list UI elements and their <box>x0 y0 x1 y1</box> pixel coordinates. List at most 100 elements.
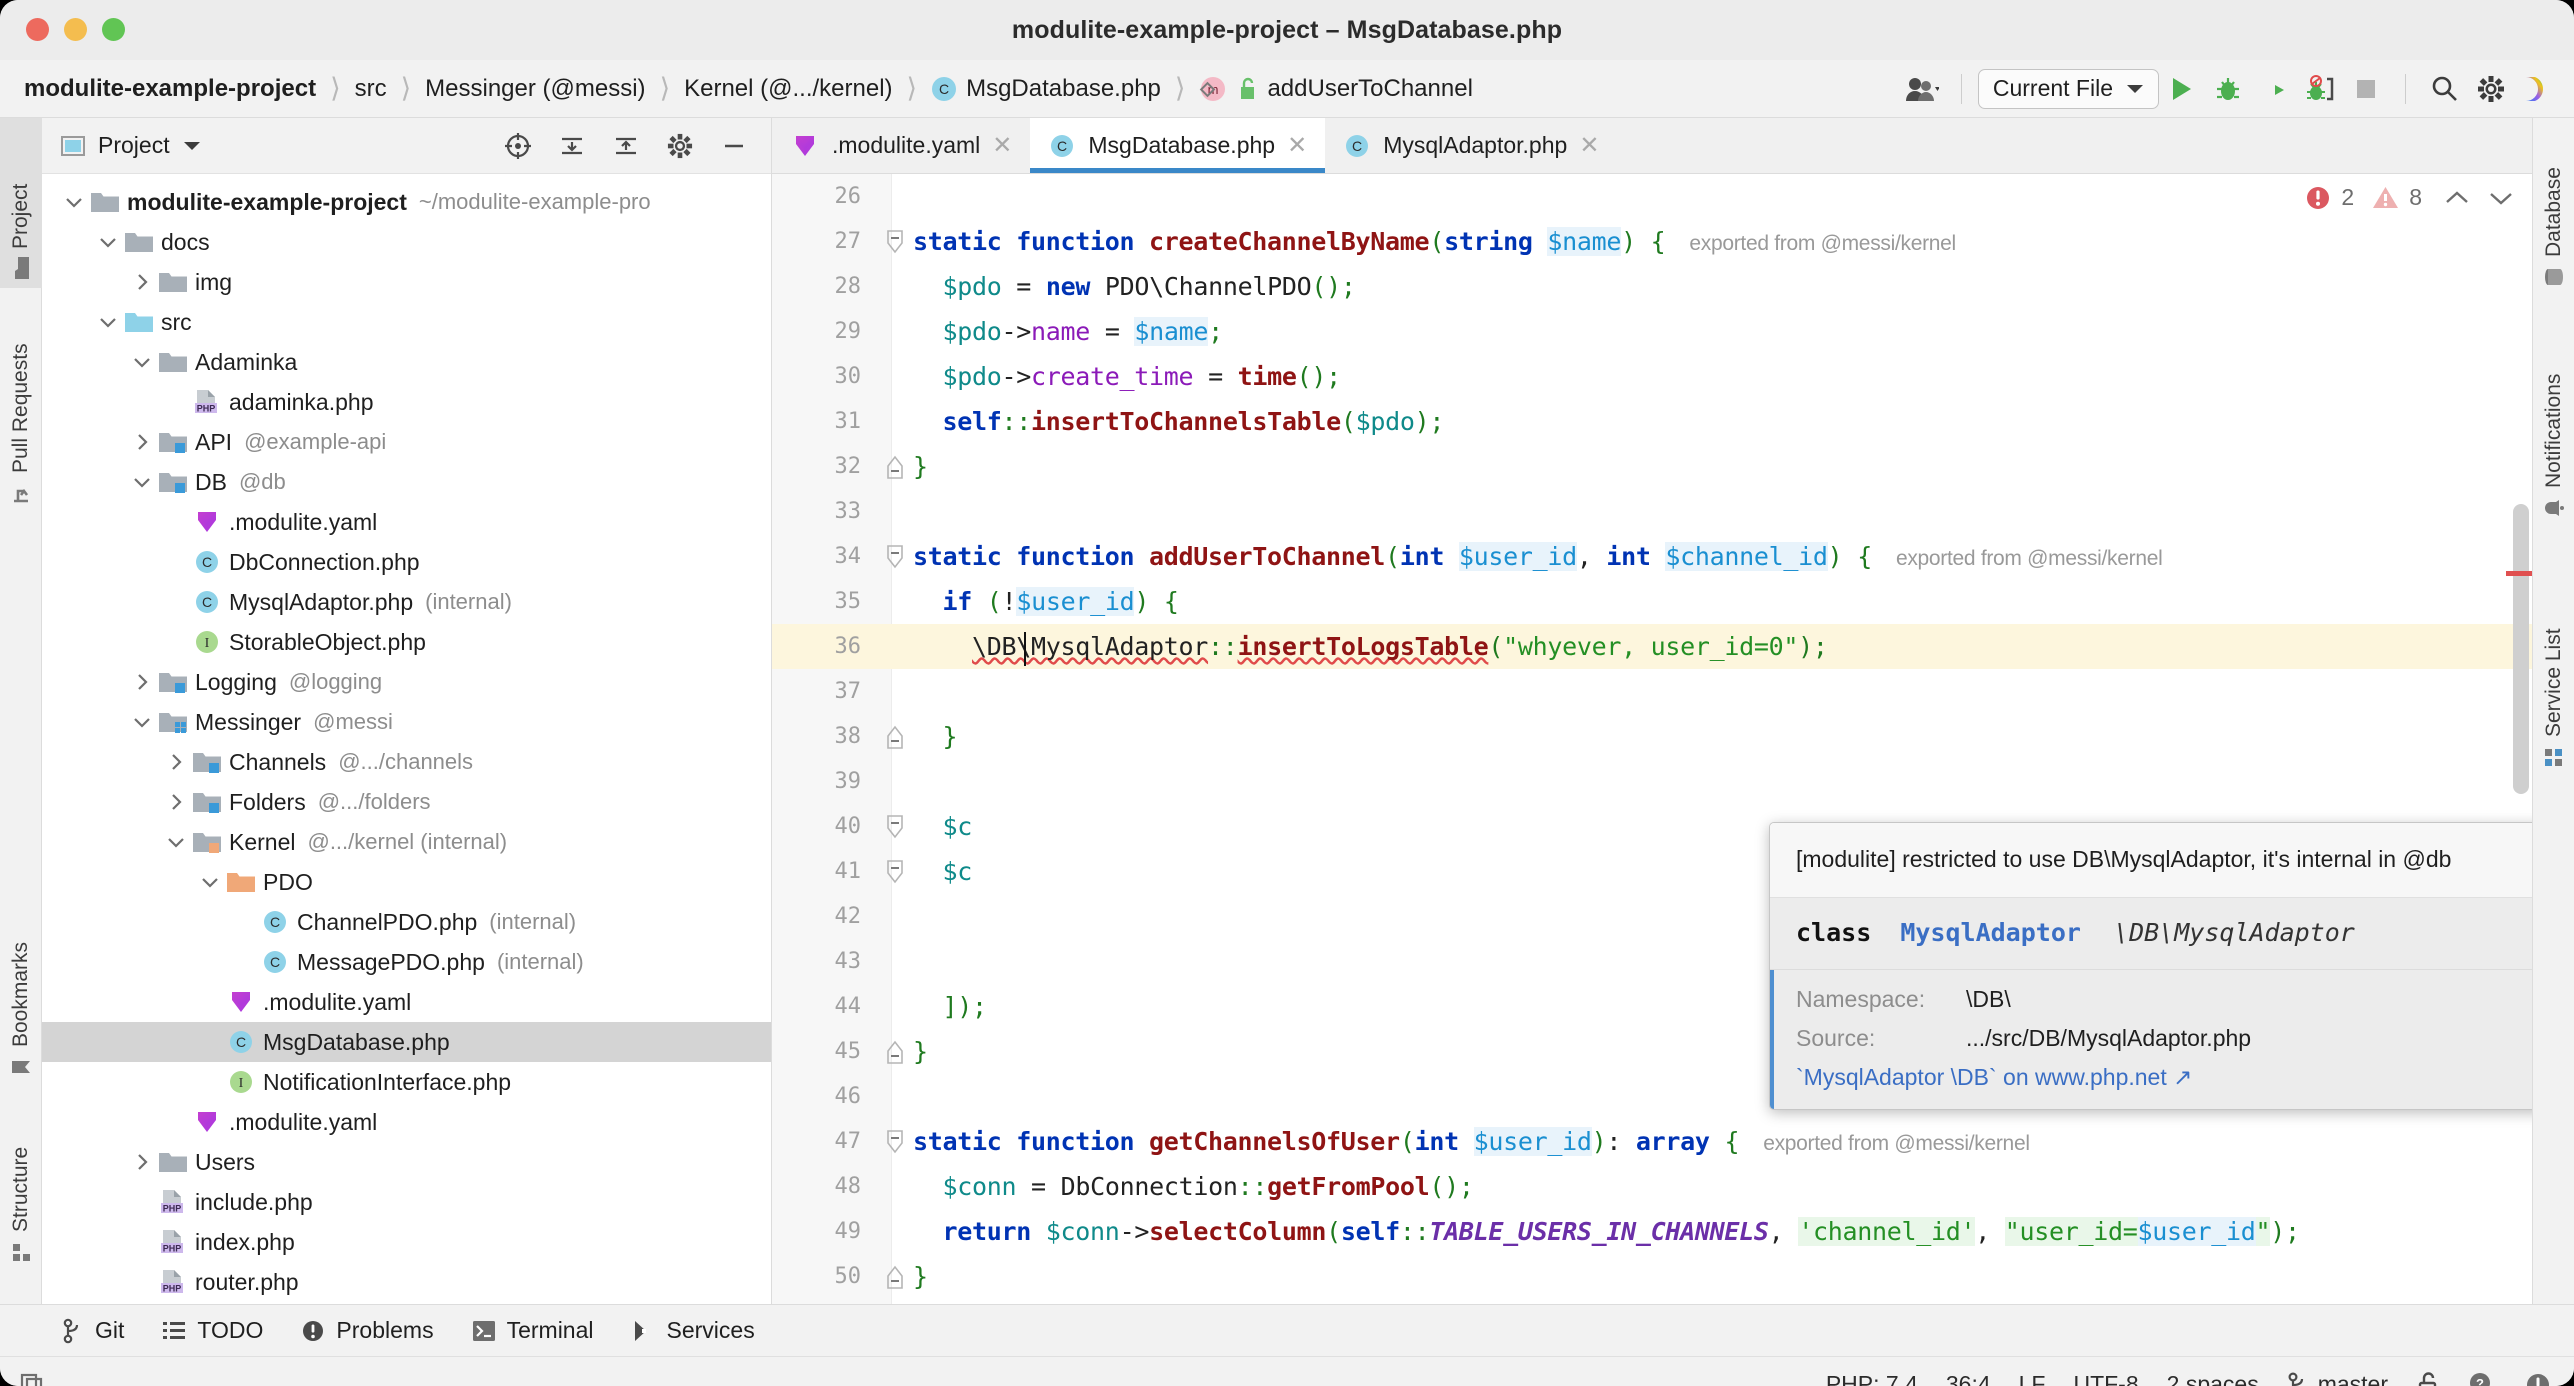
run-configuration-selector[interactable]: Current File <box>1977 68 2159 109</box>
search-icon[interactable] <box>2422 66 2468 112</box>
tool-window-services[interactable]: Services <box>632 1317 755 1344</box>
code-line-50[interactable]: 50} <box>772 1254 2532 1299</box>
tree-node-img[interactable]: img <box>42 262 771 302</box>
code-line-32[interactable]: 32} <box>772 444 2532 489</box>
code-editor[interactable]: 2 8 26 27 static function createChannelByN… <box>772 174 2532 1304</box>
documentation-popup[interactable]: [modulite] restricted to use DB\MysqlAda… <box>1769 822 2532 1110</box>
code-line-34[interactable]: 34 static function addUserToChannel(int $… <box>772 534 2532 579</box>
collapse-all-icon[interactable] <box>605 125 647 167</box>
tool-window-terminal[interactable]: Terminal <box>472 1317 594 1344</box>
window-controls[interactable] <box>26 18 125 41</box>
twist-right-icon[interactable] <box>128 433 156 451</box>
twist-right-icon[interactable] <box>128 673 156 691</box>
tree-node-notificationinterface-php[interactable]: I NotificationInterface.php <box>42 1062 771 1102</box>
encoding-widget[interactable]: UTF-8 <box>2073 1371 2138 1386</box>
twist-down-icon[interactable] <box>94 236 122 248</box>
twist-right-icon[interactable] <box>162 793 190 811</box>
scrollbar-thumb[interactable] <box>2513 504 2529 794</box>
tool-window-problems[interactable]: Problems <box>301 1317 434 1344</box>
close-window-button[interactable] <box>26 18 49 41</box>
breadcrumb-item-src[interactable]: src <box>355 75 387 103</box>
tree-node-index-php[interactable]: PHP index.php <box>42 1222 771 1262</box>
tree-node-adaminka-php[interactable]: PHP adaminka.php <box>42 382 771 422</box>
sidebar-item-notifications[interactable]: Notifications <box>2533 304 2574 529</box>
close-icon[interactable]: ✕ <box>992 131 1012 160</box>
twist-down-icon[interactable] <box>196 876 224 888</box>
expand-all-icon[interactable] <box>551 125 593 167</box>
tree-node-folders[interactable]: Folders @.../folders <box>42 782 771 822</box>
tree-node-kernel[interactable]: Kernel @.../kernel (internal) <box>42 822 771 862</box>
code-line-30[interactable]: 30 $pdo->create_time = time(); <box>772 354 2532 399</box>
hide-panel-icon[interactable] <box>713 125 755 167</box>
select-opened-file-icon[interactable] <box>497 125 539 167</box>
branch-widget[interactable]: master <box>2287 1371 2388 1386</box>
code-line-28[interactable]: 28 $pdo = new PDO\ChannelPDO(); <box>772 264 2532 309</box>
fold-minus-icon[interactable] <box>877 814 913 840</box>
run-button[interactable] <box>2159 66 2205 112</box>
indent-widget[interactable]: 2 spaces <box>2167 1371 2259 1386</box>
notification-icon[interactable] <box>2524 1371 2552 1386</box>
fold-minus-icon[interactable] <box>877 1129 913 1155</box>
code-line-33[interactable]: 33 <box>772 489 2532 534</box>
tree-node-api[interactable]: API @example-api <box>42 422 771 462</box>
breadcrumb-item-messinger[interactable]: Messinger (@messi) <box>425 75 645 103</box>
sidebar-item-service-list[interactable]: Service List <box>2533 578 2574 778</box>
external-doc-link[interactable]: `MysqlAdaptor \DB` on www.php.net ↗ <box>1796 1064 2192 1091</box>
caret-position-widget[interactable]: 36:4 <box>1946 1371 1991 1386</box>
tree-node-router-php[interactable]: PHP router.php <box>42 1262 771 1302</box>
code-line-26[interactable]: 26 <box>772 174 2532 219</box>
editor-tab--modulite-yaml[interactable]: .modulite.yaml ✕ <box>772 118 1031 173</box>
twist-right-icon[interactable] <box>162 753 190 771</box>
debug-button[interactable] <box>2205 66 2251 112</box>
code-line-48[interactable]: 48 $conn = DbConnection::getFromPool(); <box>772 1164 2532 1209</box>
code-line-31[interactable]: 31 self::insertToChannelsTable($pdo); <box>772 399 2532 444</box>
twist-down-icon[interactable] <box>94 316 122 328</box>
close-icon[interactable]: ✕ <box>1287 131 1307 160</box>
code-line-51[interactable]: 51 <box>772 1299 2532 1304</box>
tool-window-bar[interactable]: Git TODO Problems Terminal Services <box>0 1304 2574 1356</box>
sidebar-item-structure[interactable]: Structure <box>0 1093 42 1273</box>
code-line-37[interactable]: 37 <box>772 669 2532 714</box>
tree-node-messinger[interactable]: Messinger @messi <box>42 702 771 742</box>
ai-assistant-icon[interactable] <box>2514 66 2560 112</box>
user-icon[interactable] <box>1899 66 1945 112</box>
sidebar-item-pull-requests[interactable]: Pull Requests <box>0 294 42 514</box>
profile-button[interactable] <box>2297 66 2343 112</box>
code-line-39[interactable]: 39 <box>772 759 2532 804</box>
editor-scrollbar[interactable] <box>2506 174 2532 1304</box>
tree-node-messagepdo-php[interactable]: C MessagePDO.php (internal) <box>42 942 771 982</box>
editor-tab-mysqladaptor-php[interactable]: C MysqlAdaptor.php ✕ <box>1325 118 1618 173</box>
twist-down-icon[interactable] <box>128 716 156 728</box>
tool-window-git[interactable]: Git <box>62 1317 124 1344</box>
breadcrumb-item-project[interactable]: modulite-example-project <box>24 75 316 103</box>
tree-node-dbconnection-php[interactable]: C DbConnection.php <box>42 542 771 582</box>
chevron-up-icon[interactable] <box>2444 189 2470 207</box>
fold-minus-icon[interactable] <box>877 229 913 255</box>
tree-node-adaminka[interactable]: Adaminka <box>42 342 771 382</box>
stop-button[interactable] <box>2343 66 2389 112</box>
tree-node-docs[interactable]: docs <box>42 222 771 262</box>
twist-right-icon[interactable] <box>128 1153 156 1171</box>
project-tree[interactable]: modulite-example-project ~/modulite-examp… <box>42 174 771 1304</box>
twist-down-icon[interactable] <box>60 196 88 208</box>
tree-node-storableobject-php[interactable]: I StorableObject.php <box>42 622 771 662</box>
gear-icon[interactable] <box>2468 66 2514 112</box>
twist-right-icon[interactable] <box>128 273 156 291</box>
layout-icon[interactable] <box>18 1370 48 1386</box>
tree-node-mysqladaptor-php[interactable]: C MysqlAdaptor.php (internal) <box>42 582 771 622</box>
fold-minus-icon[interactable] <box>877 544 913 570</box>
close-icon[interactable]: ✕ <box>1579 131 1599 160</box>
code-line-36[interactable]: 36 \DB\MysqlAdaptor::insertToLogsTable("… <box>772 624 2532 669</box>
tree-node-channels[interactable]: Channels @.../channels <box>42 742 771 782</box>
tree-node--modulite-yaml[interactable]: .modulite.yaml <box>42 1102 771 1142</box>
code-line-35[interactable]: 35 if (!$user_id) { <box>772 579 2532 624</box>
fold-minus-icon[interactable] <box>877 859 913 885</box>
twist-down-icon[interactable] <box>128 356 156 368</box>
sidebar-item-project[interactable]: Project <box>0 118 42 288</box>
tree-node-logging[interactable]: Logging @logging <box>42 662 771 702</box>
chevron-down-icon[interactable] <box>2488 189 2514 207</box>
code-line-27[interactable]: 27 static function createChannelByName(st… <box>772 219 2532 264</box>
breadcrumb-item-kernel[interactable]: Kernel (@.../kernel) <box>684 75 892 103</box>
tree-node-channelpdo-php[interactable]: C ChannelPDO.php (internal) <box>42 902 771 942</box>
code-line-38[interactable]: 38 } <box>772 714 2532 759</box>
